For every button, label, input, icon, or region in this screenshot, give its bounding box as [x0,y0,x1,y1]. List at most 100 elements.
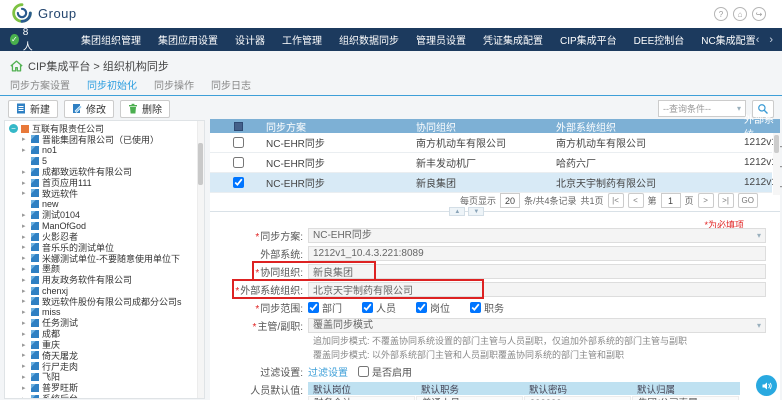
per-page-input[interactable] [500,193,520,208]
tree-item[interactable]: ▸ no1 [9,145,196,156]
tab[interactable]: 同步方案设置 [10,79,70,95]
tree-item[interactable]: ▸ 成都致远软件有限公司 [9,166,196,177]
expand-arrow-icon[interactable]: ▸ [22,319,28,327]
expand-arrow-icon[interactable]: ▸ [22,330,28,338]
table-row[interactable]: NC-EHR同步 新丰发动机厂 哈药六厂 1212v1_10.4.3.221:8… [210,153,772,173]
filter-enable-checkbox[interactable] [358,366,369,377]
go-button[interactable]: GO [738,193,758,208]
nav-menu-item[interactable]: 管理员设置 [416,32,466,47]
first-page-button[interactable]: |< [608,193,624,208]
scope-option[interactable]: 职务 [470,300,504,315]
tree-item[interactable]: ▸ new [9,199,196,210]
tree-item[interactable]: ▸ 任务测试 [9,318,196,329]
tree-item[interactable]: ▸ 测试0104 [9,210,196,221]
expand-arrow-icon[interactable]: ▸ [22,211,28,219]
query-condition-select[interactable]: --查询条件-- ▾ [658,100,746,117]
scope-option[interactable]: 岗位 [416,300,450,315]
nav-menu-item[interactable]: NC集成配置 [701,32,755,47]
tab[interactable]: 同步操作 [154,79,194,95]
expand-arrow-icon[interactable]: ▸ [22,384,28,392]
ext-sys-input[interactable] [308,246,766,261]
help-icon[interactable]: ? [714,7,728,21]
tab[interactable]: 同步初始化 [87,79,137,95]
expand-arrow-icon[interactable]: ▸ [22,341,28,349]
nav-menu-item[interactable]: 设计器 [235,32,265,47]
logout-icon[interactable]: ↪ [752,7,766,21]
scope-option[interactable]: 部门 [308,300,342,315]
filter-enable-option[interactable]: 是否启用 [358,364,412,379]
tree-scrollbar[interactable] [197,121,204,398]
page-input[interactable] [661,193,681,208]
ext-org-input[interactable] [308,282,766,297]
tree-item[interactable]: ▸ 致远软件 [9,188,196,199]
expand-arrow-icon[interactable]: ▸ [22,168,28,176]
scope-checkbox[interactable] [362,302,373,313]
expand-arrow-icon[interactable]: ▸ [22,362,28,370]
expand-arrow-icon[interactable]: ▸ [22,222,28,230]
last-page-button[interactable]: >| [718,193,734,208]
expand-arrow-icon[interactable]: ▸ [22,243,28,251]
table-row[interactable]: NC-EHR同步 南方机动车有限公司 南方机动车有限公司 1212v1_10.4… [210,133,772,153]
nav-menu-item[interactable]: 凭证集成配置 [483,32,543,47]
nav-scroll-left-icon[interactable]: ‹ [756,34,760,46]
voice-assistant-button[interactable] [756,375,777,396]
select-all-checkbox[interactable] [234,122,243,131]
user-count-badge[interactable]: ✓ 8人 [10,27,35,53]
nav-menu-item[interactable]: DEE控制台 [634,32,685,47]
nav-scroll-right-icon[interactable]: › [769,34,773,46]
table-scrollbar[interactable] [773,133,780,195]
expand-arrow-icon[interactable]: ▸ [22,351,28,359]
tree-item[interactable]: ▸ 普罗旺斯 [9,382,196,393]
expand-arrow-icon[interactable]: ▸ [22,276,28,284]
row-checkbox[interactable] [233,177,244,188]
expand-arrow-icon[interactable]: ▸ [22,395,28,399]
nav-menu-item[interactable]: 集团应用设置 [158,32,218,47]
filter-settings-link[interactable]: 过滤设置 [308,364,348,379]
edit-button[interactable]: 修改 [64,100,114,118]
tree-item[interactable]: ▸ ManOfGod [9,220,196,231]
delete-button[interactable]: 删除 [120,100,170,118]
expand-arrow-icon[interactable]: ▸ [22,287,28,295]
nav-menu-item[interactable]: CIP集成平台 [560,32,617,47]
scope-checkbox[interactable] [308,302,319,313]
scope-checkbox[interactable] [416,302,427,313]
nav-menu-item[interactable]: 集团组织管理 [81,32,141,47]
new-button[interactable]: 新建 [8,100,58,118]
tree-scrollbar-thumb[interactable] [198,143,203,185]
tree-item[interactable]: ▸ 首页应用111 [9,177,196,188]
home-icon[interactable]: ⌂ [733,7,747,21]
expand-arrow-icon[interactable]: ▸ [22,189,28,197]
expand-arrow-icon[interactable]: ▸ [22,308,28,316]
tree-item[interactable]: ▸ 倚天屠龙 [9,350,196,361]
tree-item[interactable]: ▸ 晋能集团有限公司（已使用） [9,134,196,145]
tree-item[interactable]: ▸ 米娜测试单位-不要随意使用单位下 [9,253,196,264]
expand-arrow-icon[interactable]: ▸ [22,233,28,241]
expand-arrow-icon[interactable]: ▸ [22,297,28,305]
nav-menu-item[interactable]: 工作管理 [282,32,322,47]
tree-item[interactable]: ▸ 系统后台 [9,393,196,399]
collapse-down-button[interactable]: ▼ [468,207,484,216]
collapse-up-button[interactable]: ▲ [449,207,465,216]
expand-arrow-icon[interactable]: ▸ [22,265,28,273]
table-scrollbar-thumb[interactable] [774,135,779,153]
coop-org-input[interactable] [308,264,766,279]
expand-arrow-icon[interactable]: ▸ [22,254,28,262]
mode-select[interactable]: 覆盖同步模式 ▾ [308,318,766,333]
next-page-button[interactable]: > [698,193,714,208]
collapse-toggle-icon[interactable]: − [9,124,18,133]
expand-arrow-icon[interactable]: ▸ [22,179,28,187]
scope-checkbox[interactable] [470,302,481,313]
scope-option[interactable]: 人员 [362,300,396,315]
prev-page-button[interactable]: < [628,193,644,208]
tree-item[interactable]: ▸ 飞阳 [9,372,196,383]
tree-item[interactable]: ▸ miss [9,307,196,318]
row-checkbox[interactable] [233,157,244,168]
tree-item[interactable]: ▸ 用友政务软件有限公司 [9,274,196,285]
tree-item[interactable]: ▸ 致远软件股份有限公司成都分公司s [9,296,196,307]
plan-select[interactable]: NC-EHR同步 ▾ [308,228,766,243]
table-row[interactable]: NC-EHR同步 新良集团 北京天宇制药有限公司 1212v1_10.4.3.2… [210,173,772,193]
expand-arrow-icon[interactable]: ▸ [22,373,28,381]
nav-menu-item[interactable]: 组织数据同步 [339,32,399,47]
tab[interactable]: 同步日志 [211,79,251,95]
expand-arrow-icon[interactable]: ▸ [22,146,28,154]
